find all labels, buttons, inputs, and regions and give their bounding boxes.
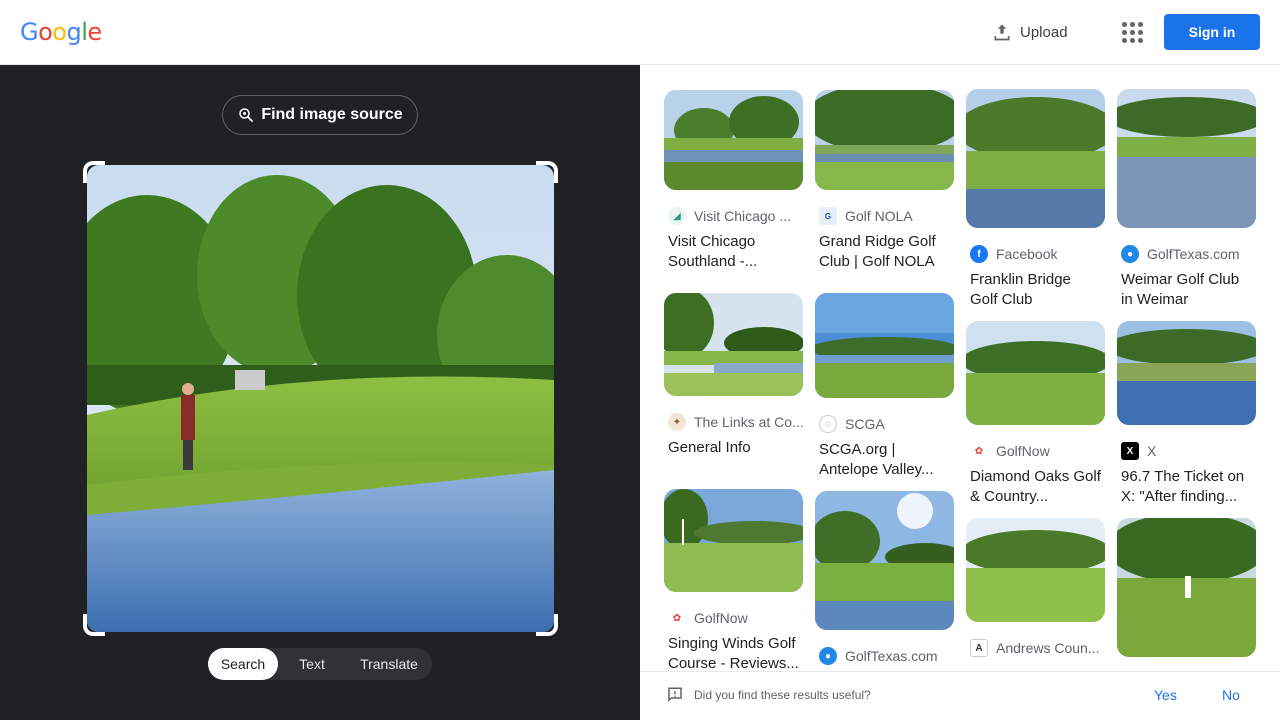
x-icon: X [1121,442,1139,460]
result-card[interactable]: G Golf NOLA Grand Ridge Golf Club | Golf… [815,90,955,272]
result-card[interactable]: ● GolfTexas.com Weimar Golf Club in Weim… [1117,89,1257,310]
query-image-panel: Find image source Search Text Translate [0,65,640,720]
result-title[interactable]: 96.7 The Ticket on X: "After finding... [1117,467,1257,507]
result-thumbnail [815,293,954,398]
links-icon: ✦ [668,413,686,431]
result-title[interactable]: General Info [664,438,804,478]
upload-button[interactable]: Upload [992,20,1068,44]
result-source: A Andrews Coun... [966,638,1106,658]
result-thumbnail [815,491,954,630]
google-logo[interactable]: Google [20,18,102,47]
scga-icon: ◌ [819,415,837,433]
result-source: ● GolfTexas.com [815,646,955,666]
result-card[interactable] [1117,518,1257,657]
upload-icon [994,24,1010,41]
feedback-no-button[interactable]: No [1222,687,1240,703]
crop-selection[interactable] [83,161,558,636]
sign-in-button[interactable]: Sign in [1164,14,1260,50]
golftexas-icon: ● [819,647,837,665]
result-title[interactable]: Visit Chicago Southland -... [664,232,804,272]
visit-chicago-icon: ◢ [668,207,686,225]
result-card[interactable]: ✦ The Links at Co... General Info [664,293,804,478]
results-column-3: f Facebook Franklin Bridge Golf Club ✿ G… [966,89,1106,658]
crop-handle-top-right[interactable] [536,161,558,183]
result-card[interactable]: A Andrews Coun... [966,518,1106,658]
result-thumbnail [966,518,1105,622]
results-column-2: G Golf NOLA Grand Ridge Golf Club | Golf… [815,90,955,666]
find-image-source-label: Find image source [261,106,403,123]
tab-translate[interactable]: Translate [346,648,432,680]
result-title[interactable]: Singing Winds Golf Course - Reviews... [664,634,804,674]
result-thumbnail [664,489,803,592]
result-source: ◢ Visit Chicago ... [664,206,804,226]
facebook-icon: f [970,245,988,263]
result-source: ● GolfTexas.com [1117,244,1257,264]
lens-search-icon [239,108,254,122]
result-thumbnail [1117,321,1256,425]
result-card[interactable]: ● GolfTexas.com [815,491,955,666]
result-title[interactable]: Weimar Golf Club in Weimar [1117,270,1257,310]
tab-search[interactable]: Search [208,648,278,680]
result-thumbnail [966,321,1105,425]
crop-handle-bottom-left[interactable] [83,614,105,636]
result-source: ✿ GolfNow [664,608,804,628]
feedback-bar: Did you find these results useful? Yes N… [640,671,1280,720]
result-source: f Facebook [966,244,1106,264]
result-title[interactable]: Grand Ridge Golf Club | Golf NOLA [815,232,955,272]
result-title[interactable]: Diamond Oaks Golf & Country... [966,467,1106,507]
visual-matches-panel: ◢ Visit Chicago ... Visit Chicago Southl… [640,65,1280,720]
result-card[interactable]: ◌ SCGA SCGA.org | Antelope Valley... [815,293,955,480]
golfnow-icon: ✿ [668,609,686,627]
golf-nola-icon: G [819,207,837,225]
result-card[interactable]: f Facebook Franklin Bridge Golf Club [966,89,1106,310]
result-source: ◌ SCGA [815,414,955,434]
query-image [87,165,554,632]
result-card[interactable]: ◢ Visit Chicago ... Visit Chicago Southl… [664,90,804,272]
result-thumbnail [966,89,1105,228]
result-thumbnail [815,90,954,190]
result-source: X X [1117,441,1257,461]
result-card[interactable]: ✿ GolfNow Diamond Oaks Golf & Country... [966,321,1106,507]
result-card[interactable]: X X 96.7 The Ticket on X: "After finding… [1117,321,1257,507]
result-thumbnail [664,293,803,396]
apps-grid-icon[interactable] [1120,20,1144,44]
mode-tabs: Search Text Translate [208,648,432,680]
result-source: ✦ The Links at Co... [664,412,804,432]
upload-label: Upload [1020,23,1068,41]
result-source: ✿ GolfNow [966,441,1106,461]
golftexas-icon: ● [1121,245,1139,263]
result-card[interactable]: ✿ GolfNow Singing Winds Golf Course - Re… [664,489,804,674]
results-column-1: ◢ Visit Chicago ... Visit Chicago Southl… [664,90,804,674]
results-column-4: ● GolfTexas.com Weimar Golf Club in Weim… [1117,89,1257,657]
top-header: Google Upload Sign in [0,0,1280,65]
result-thumbnail [1117,518,1256,657]
feedback-yes-button[interactable]: Yes [1154,687,1177,703]
crop-handle-bottom-right[interactable] [536,614,558,636]
result-title[interactable]: Franklin Bridge Golf Club [966,270,1106,310]
find-image-source-button[interactable]: Find image source [222,95,418,135]
tab-text[interactable]: Text [278,648,346,680]
result-thumbnail [664,90,803,190]
crop-handle-top-left[interactable] [83,161,105,183]
result-source: G Golf NOLA [815,206,955,226]
feedback-question: Did you find these results useful? [666,686,871,704]
feedback-icon [668,687,682,703]
result-title[interactable]: SCGA.org | Antelope Valley... [815,440,955,480]
golfnow-icon: ✿ [970,442,988,460]
result-thumbnail [1117,89,1256,228]
andrews-icon: A [970,639,988,657]
